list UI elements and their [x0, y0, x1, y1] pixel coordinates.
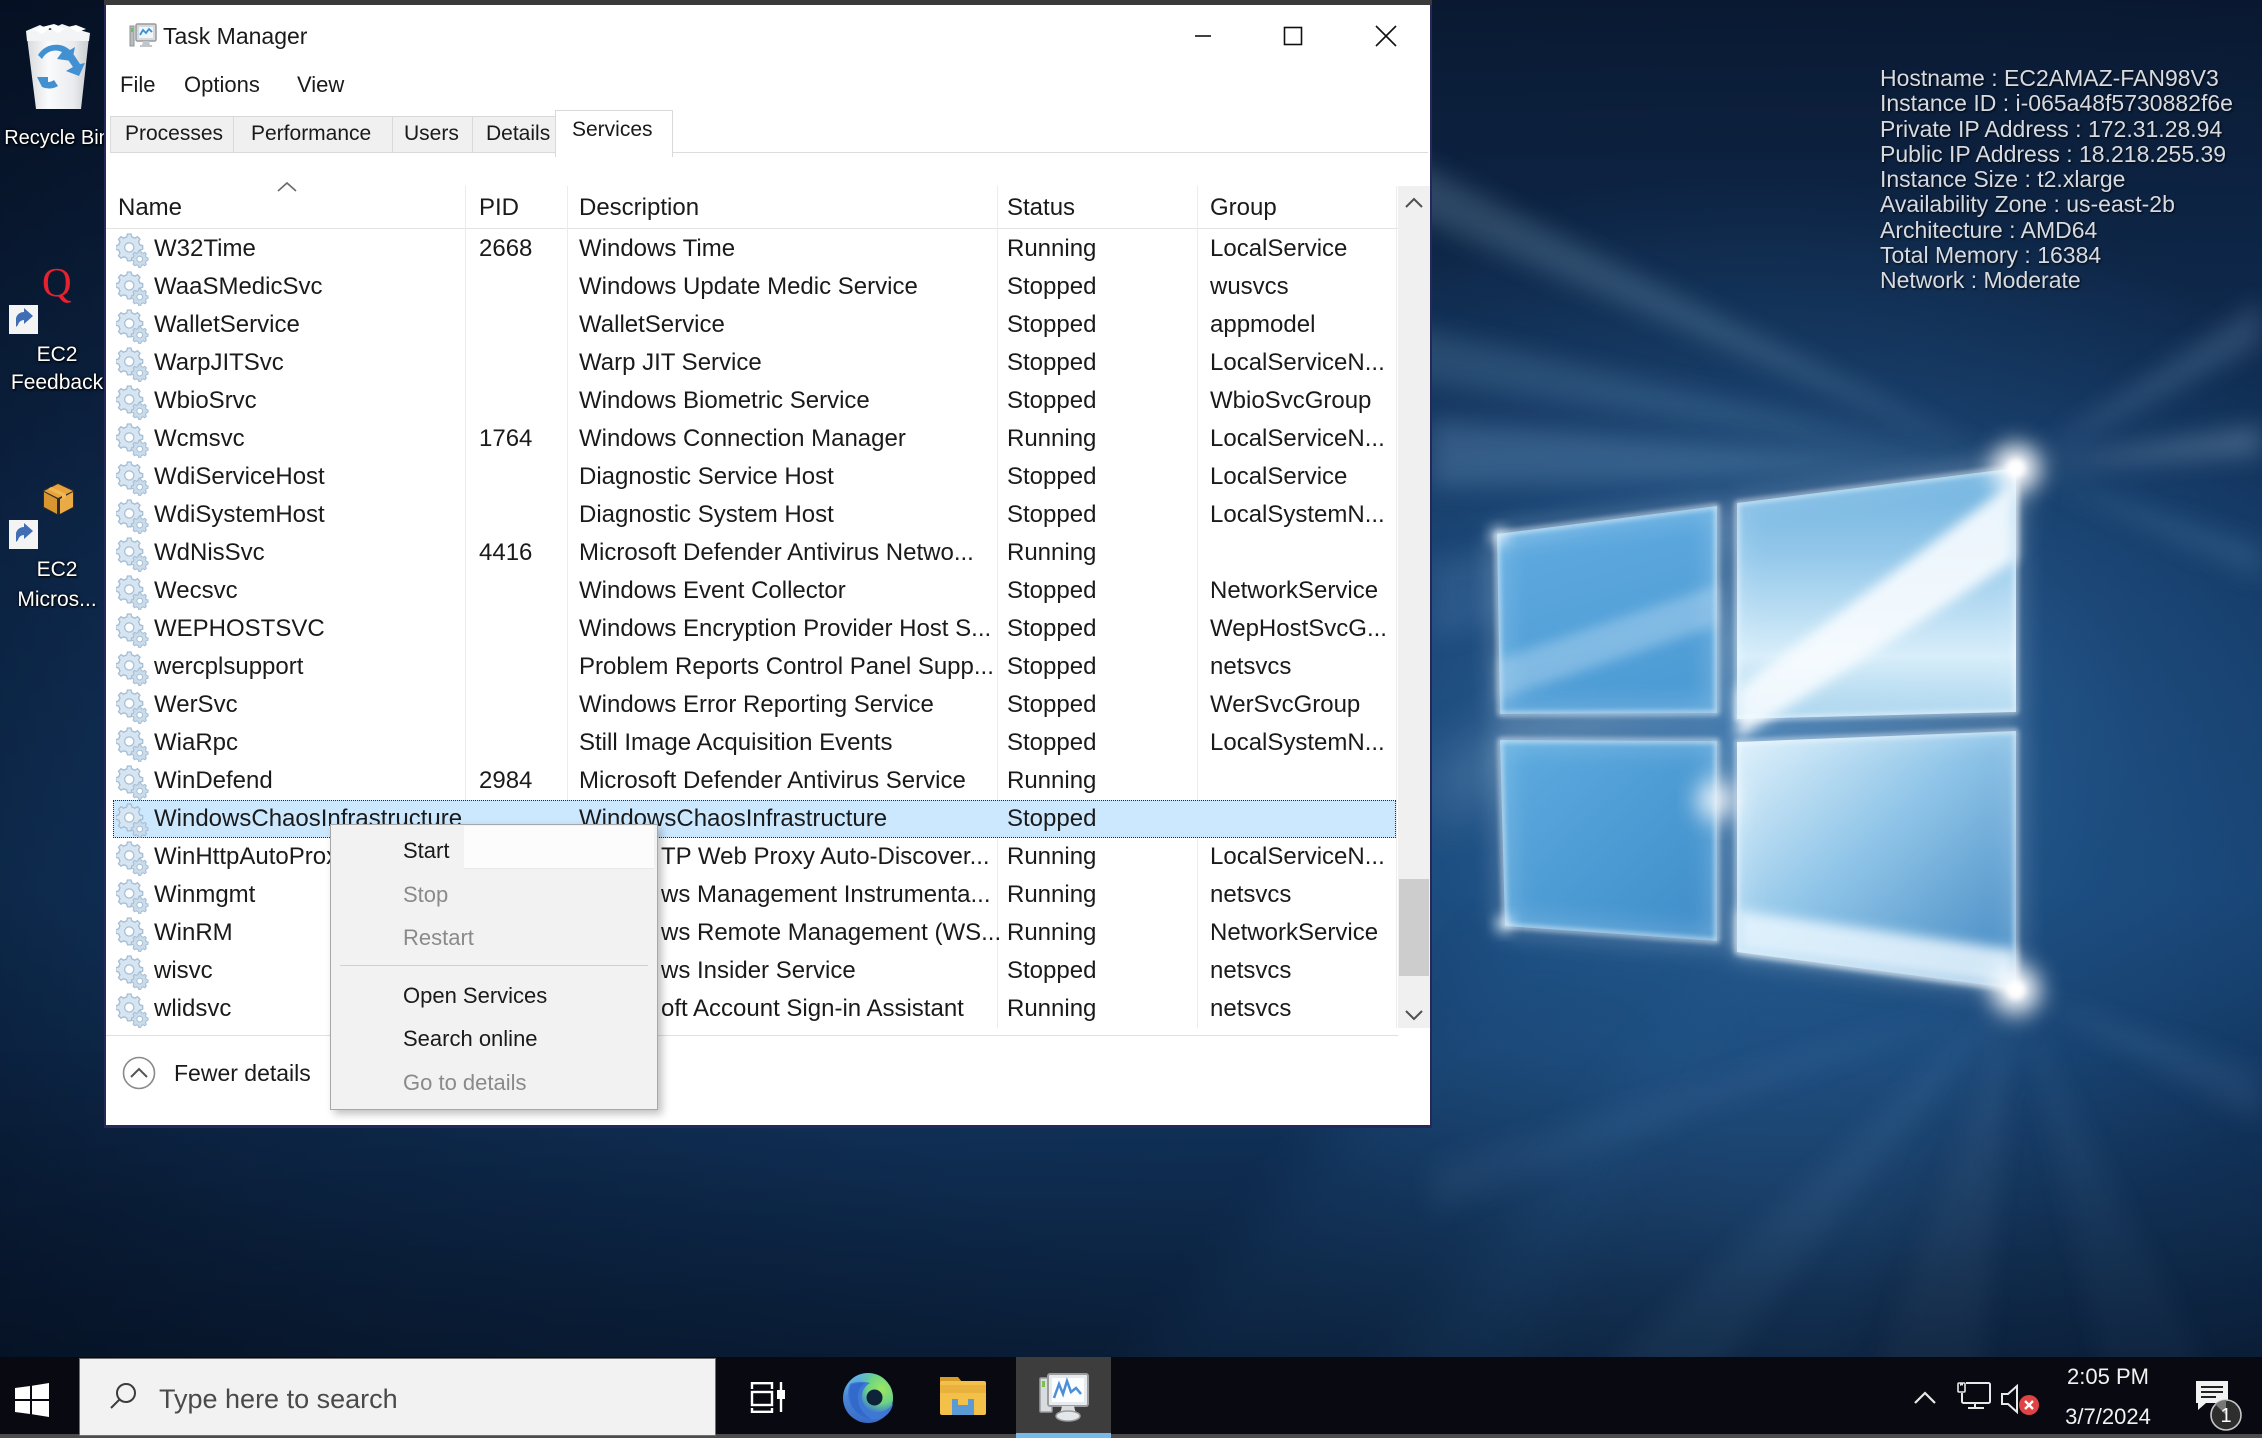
svg-text:1: 1 — [2220, 1405, 2231, 1427]
